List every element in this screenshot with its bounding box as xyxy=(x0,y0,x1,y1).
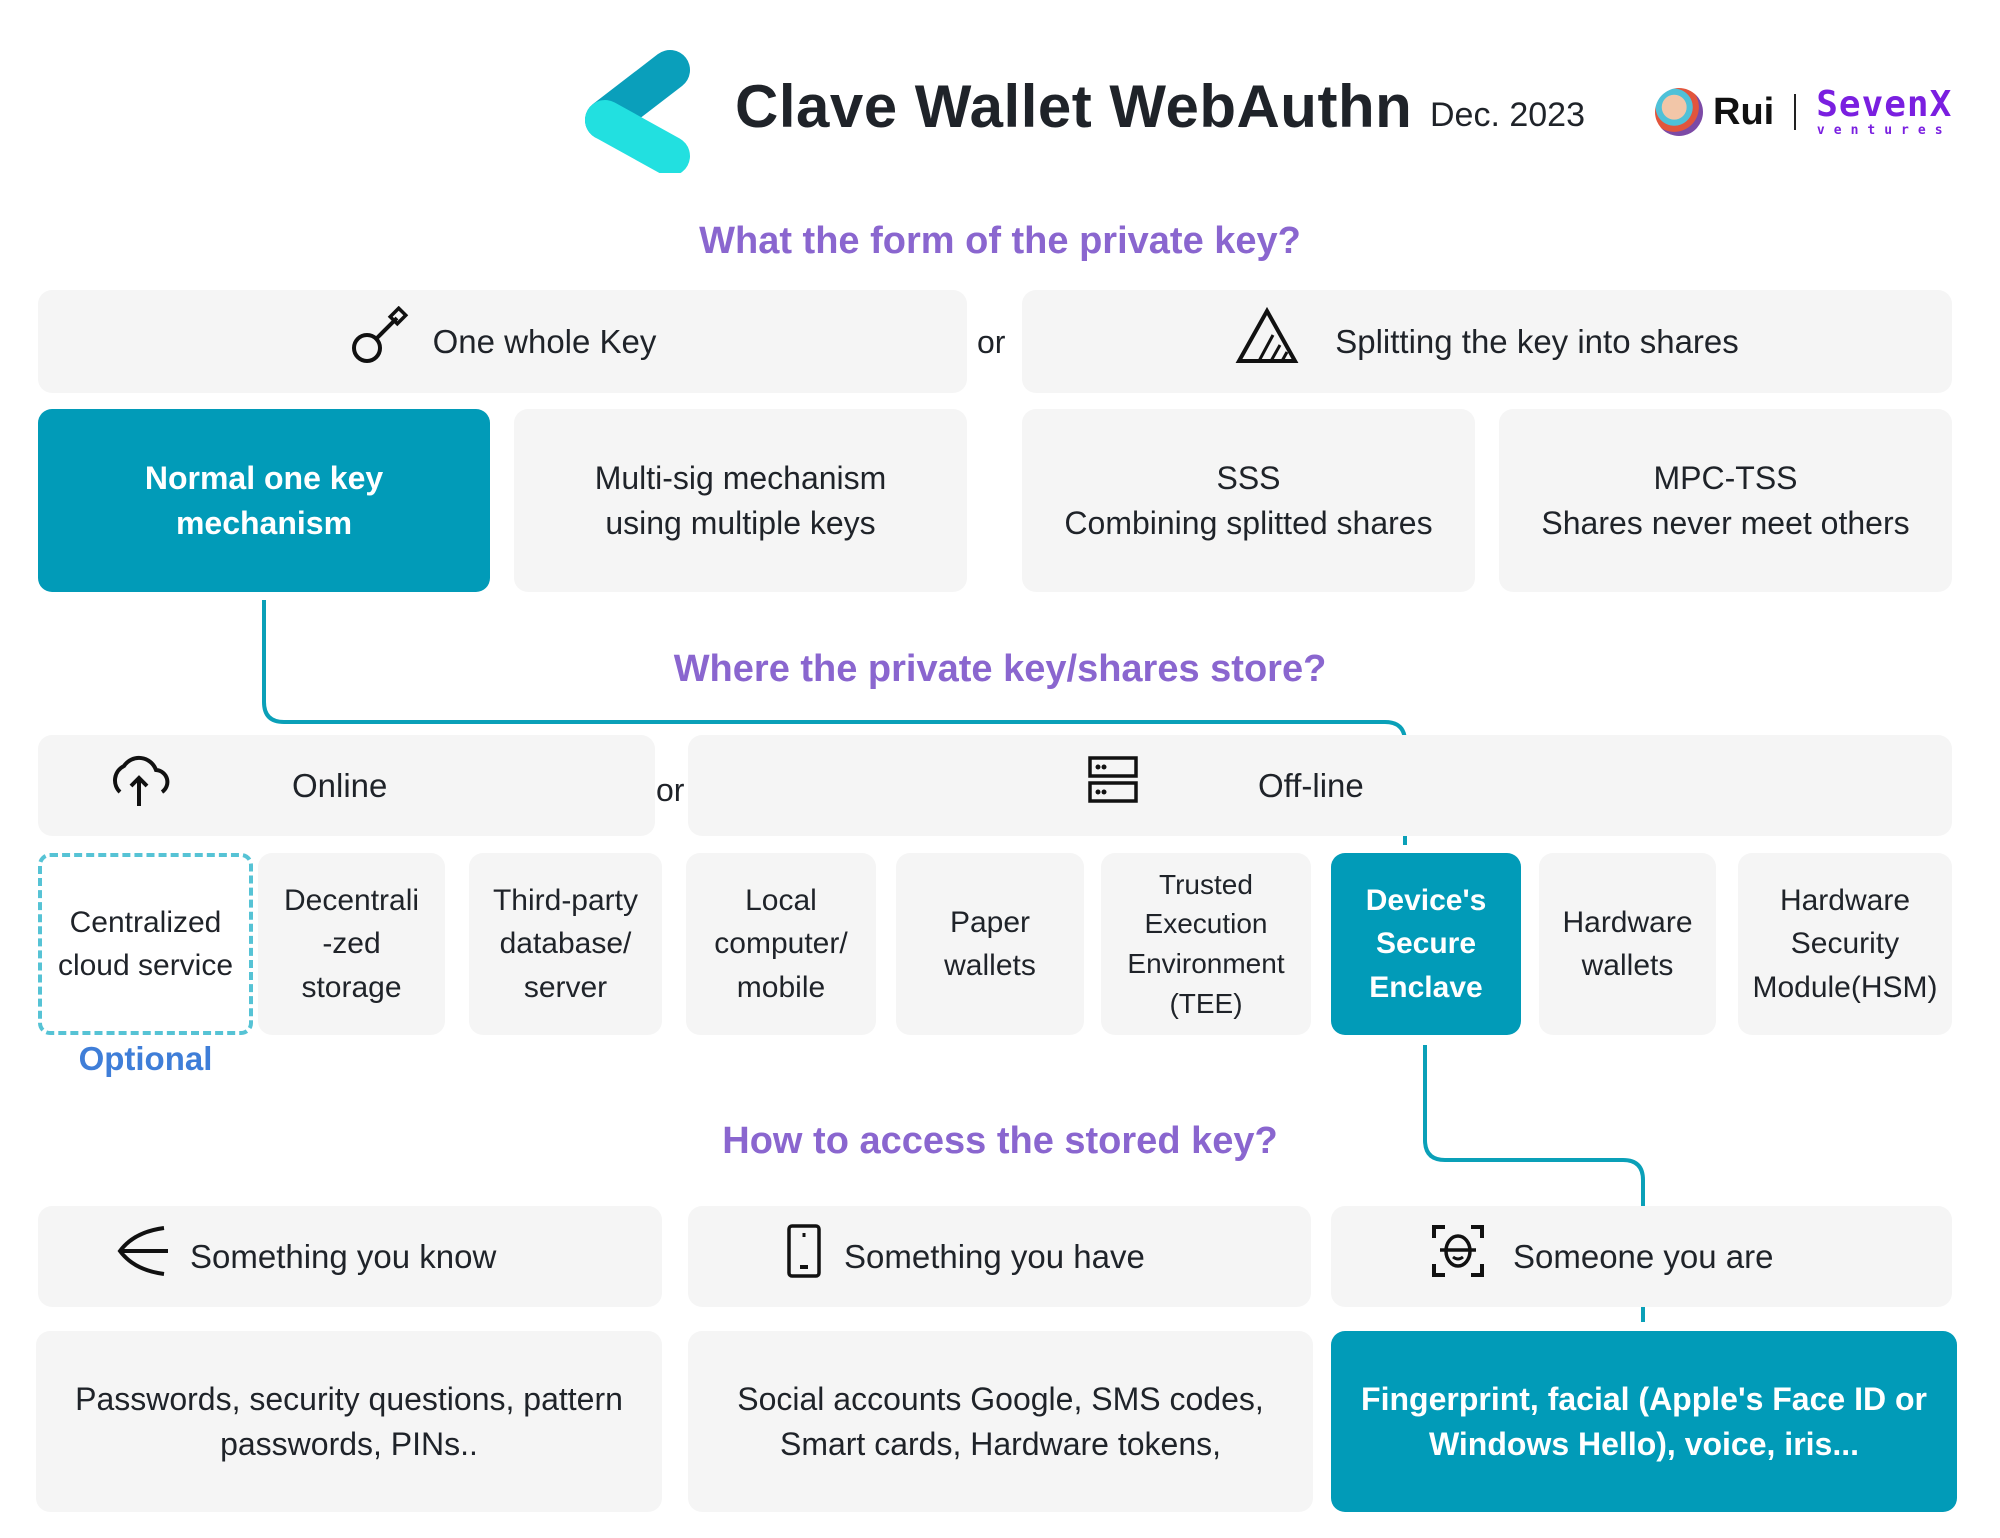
optional-label: Optional xyxy=(78,1040,213,1077)
option-possession-factors[interactable]: Social accounts Google, SMS codes, Smart … xyxy=(688,1331,1313,1512)
category-something-you-know[interactable]: Something you know xyxy=(38,1206,662,1307)
option-line: Centralized xyxy=(69,905,222,939)
option-line: Security xyxy=(1790,927,1900,961)
brand-main: SevenX xyxy=(1816,84,1953,125)
arrow-left-icon xyxy=(114,1224,170,1290)
option-secure-enclave[interactable]: Device's Secure Enclave xyxy=(1331,853,1521,1035)
option-line: -zed xyxy=(322,927,381,961)
category-label: Splitting the key into shares xyxy=(1335,322,1739,360)
split-triangle-icon xyxy=(1235,306,1299,377)
option-knowledge-factors[interactable]: Passwords, security questions, pattern pa… xyxy=(36,1331,662,1512)
option-third-party-database[interactable]: Third-party database/server xyxy=(469,853,662,1035)
option-line: storage xyxy=(301,970,402,1004)
option-line: Enclave xyxy=(1369,970,1483,1004)
category-online[interactable]: Online xyxy=(38,735,655,836)
option-line: Windows Hello), voice, iris... xyxy=(1428,1425,1859,1462)
option-line: (TEE) xyxy=(1169,987,1243,1019)
option-line: cloud service xyxy=(57,949,234,982)
or-label: or xyxy=(656,772,685,808)
option-line: Passwords, security questions, pattern xyxy=(75,1381,623,1418)
category-label: Something you have xyxy=(844,1237,1145,1275)
category-one-whole-key[interactable]: One whole Key xyxy=(38,290,967,393)
option-line: database/ xyxy=(499,927,632,961)
category-label: One whole Key xyxy=(432,322,657,360)
brand-sub: ventures xyxy=(1816,123,1952,138)
option-centralized-cloud[interactable]: Centralized cloud service xyxy=(38,853,253,1035)
option-line: SSS xyxy=(1216,460,1281,497)
option-line: wallets xyxy=(944,949,1036,982)
option-multisig[interactable]: Multi-sig mechanism using multiple keys xyxy=(514,409,967,592)
category-label: Off-line xyxy=(1258,766,1364,804)
option-line: Third-party xyxy=(492,883,639,917)
option-line: Device's xyxy=(1365,883,1487,917)
author-name: Rui xyxy=(1713,90,1775,133)
option-line: Execution xyxy=(1144,908,1268,940)
option-line: Local xyxy=(745,883,817,917)
option-line: passwords, PINs.. xyxy=(220,1425,478,1462)
option-line: mechanism xyxy=(175,504,353,541)
author-avatar xyxy=(1655,88,1703,136)
option-hsm[interactable]: Hardware Security Module(HSM) xyxy=(1738,853,1952,1035)
option-line: Trusted xyxy=(1159,868,1253,900)
option-line: Social accounts Google, SMS codes, xyxy=(737,1381,1264,1418)
page-title: Clave Wallet WebAuthn xyxy=(735,73,1413,140)
option-line: mobile xyxy=(736,970,826,1004)
option-line: Fingerprint, facial (Apple's Face ID or xyxy=(1361,1381,1927,1418)
option-decentralized-storage[interactable]: Decentrali -zed storage xyxy=(258,853,445,1035)
sevenx-logo: SevenX ventures xyxy=(1816,84,1953,138)
option-line: server xyxy=(523,970,608,1004)
option-line: Module(HSM) xyxy=(1752,970,1938,1004)
option-line: computer/ xyxy=(714,927,848,961)
option-sss[interactable]: SSS Combining splitted shares xyxy=(1022,409,1475,592)
category-offline[interactable]: Off-line xyxy=(688,735,1952,836)
option-line: wallets xyxy=(1581,949,1674,982)
option-hardware-wallets[interactable]: Hardware wallets xyxy=(1539,853,1716,1035)
option-line: Decentrali xyxy=(283,883,420,917)
option-line: Normal one key xyxy=(144,460,384,497)
option-normal-one-key[interactable]: Normal one key mechanism xyxy=(38,409,490,592)
section-heading-access: How to access the stored key? xyxy=(722,1120,1278,1162)
option-local-computer[interactable]: Local computer/mobile xyxy=(686,853,876,1035)
author-divider xyxy=(1794,94,1797,130)
option-line: MPC-TSS xyxy=(1653,460,1798,497)
option-line: Shares never meet others xyxy=(1541,504,1910,541)
phone-icon xyxy=(786,1223,822,1291)
option-line: Smart cards, Hardware tokens, xyxy=(779,1425,1222,1462)
face-scan-icon xyxy=(1431,1224,1485,1290)
option-line: Environment xyxy=(1127,948,1285,979)
cloud-upload-icon xyxy=(106,752,172,820)
option-paper-wallets[interactable]: Paper wallets xyxy=(896,853,1084,1035)
key-icon xyxy=(349,305,413,378)
option-mpc-tss[interactable]: MPC-TSS Shares never meet others xyxy=(1499,409,1952,592)
section-heading-key-form: What the form of the private key? xyxy=(699,220,1301,262)
option-line: Multi-sig mechanism xyxy=(594,460,887,497)
option-line: Hardware xyxy=(1779,883,1911,917)
clave-logo xyxy=(575,48,695,176)
option-tee[interactable]: Trusted Execution Environment (TEE) xyxy=(1101,853,1311,1035)
date-label: Dec. 2023 xyxy=(1430,96,1585,134)
author-block: Rui SevenX ventures xyxy=(1655,86,1952,138)
option-line: using multiple keys xyxy=(605,504,876,541)
category-something-you-have[interactable]: Something you have xyxy=(688,1206,1311,1307)
option-line: Combining splitted shares xyxy=(1064,504,1433,541)
section-heading-storage: Where the private key/shares store? xyxy=(673,648,1327,690)
category-label: Online xyxy=(292,766,388,804)
category-label: Something you know xyxy=(190,1237,497,1275)
category-splitting-key[interactable]: Splitting the key into shares xyxy=(1022,290,1952,393)
server-icon xyxy=(1088,755,1138,817)
or-label: or xyxy=(977,324,1006,360)
option-biometric-factors[interactable]: Fingerprint, facial (Apple's Face ID or W… xyxy=(1331,1331,1957,1512)
category-someone-you-are[interactable]: Someone you are xyxy=(1331,1206,1952,1307)
category-label: Someone you are xyxy=(1513,1237,1774,1275)
option-line: Hardware xyxy=(1562,905,1693,939)
option-line: Paper xyxy=(949,905,1031,939)
option-line: Secure xyxy=(1375,927,1477,961)
